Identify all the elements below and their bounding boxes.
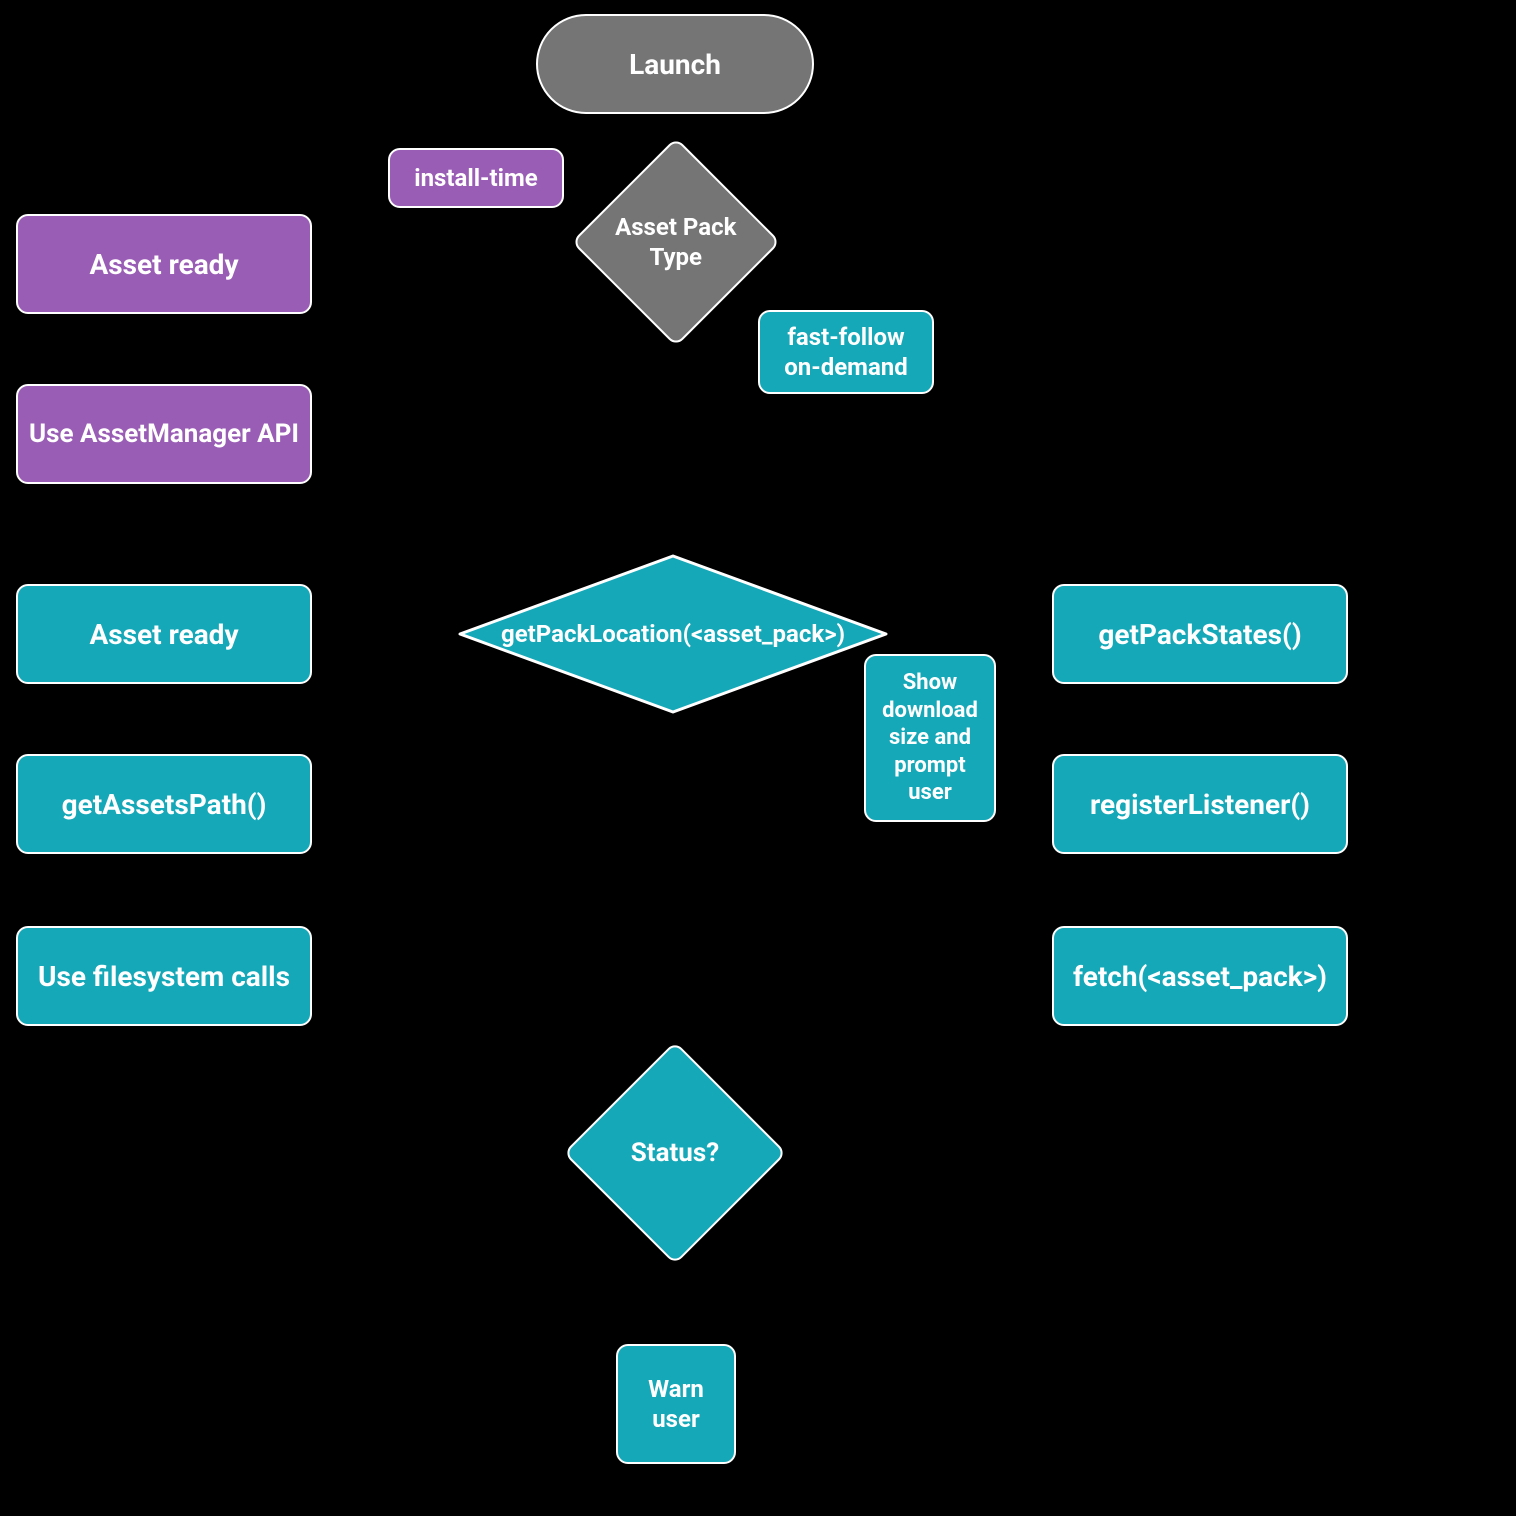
label-asset-pack-type: Asset Pack Type <box>615 212 736 272</box>
label-use-filesystem: Use filesystem calls <box>38 959 290 994</box>
node-get-pack-location: getPackLocation(<asset_pack>) <box>458 554 888 714</box>
node-asset-ready-teal: Asset ready <box>16 584 312 684</box>
label-asset-ready-teal: Asset ready <box>89 617 238 652</box>
label-status: Status? <box>631 1137 719 1170</box>
label-warn-user: Warn user <box>648 1374 704 1434</box>
label-asset-ready-purple: Asset ready <box>89 247 238 282</box>
node-install-time: install-time <box>388 148 564 208</box>
label-use-assetmanager: Use AssetManager API <box>29 418 299 451</box>
label-get-pack-states: getPackStates() <box>1098 617 1301 652</box>
label-fetch-asset-pack: fetch(<asset_pack>) <box>1073 959 1327 994</box>
node-register-listener: registerListener() <box>1052 754 1348 854</box>
node-fetch-asset-pack: fetch(<asset_pack>) <box>1052 926 1348 1026</box>
node-use-filesystem-calls: Use filesystem calls <box>16 926 312 1026</box>
node-launch: Launch <box>536 14 814 114</box>
node-fast-follow-on-demand: fast-follow on-demand <box>758 310 934 394</box>
label-show-download: Show download size and prompt user <box>882 669 978 807</box>
label-install-time: install-time <box>414 163 537 193</box>
label-fast-follow: fast-follow on-demand <box>784 322 908 382</box>
label-get-pack-location: getPackLocation(<asset_pack>) <box>501 620 845 648</box>
label-get-assets-path: getAssetsPath() <box>62 787 267 822</box>
node-get-pack-states: getPackStates() <box>1052 584 1348 684</box>
node-show-download-prompt: Show download size and prompt user <box>864 654 996 822</box>
node-asset-pack-type: Asset Pack Type <box>602 168 750 316</box>
node-status: Status? <box>596 1074 754 1232</box>
node-asset-ready-purple: Asset ready <box>16 214 312 314</box>
label-launch: Launch <box>629 47 721 82</box>
node-use-assetmanager-api: Use AssetManager API <box>16 384 312 484</box>
node-get-assets-path: getAssetsPath() <box>16 754 312 854</box>
node-warn-user: Warn user <box>616 1344 736 1464</box>
label-register-listener: registerListener() <box>1090 787 1310 822</box>
